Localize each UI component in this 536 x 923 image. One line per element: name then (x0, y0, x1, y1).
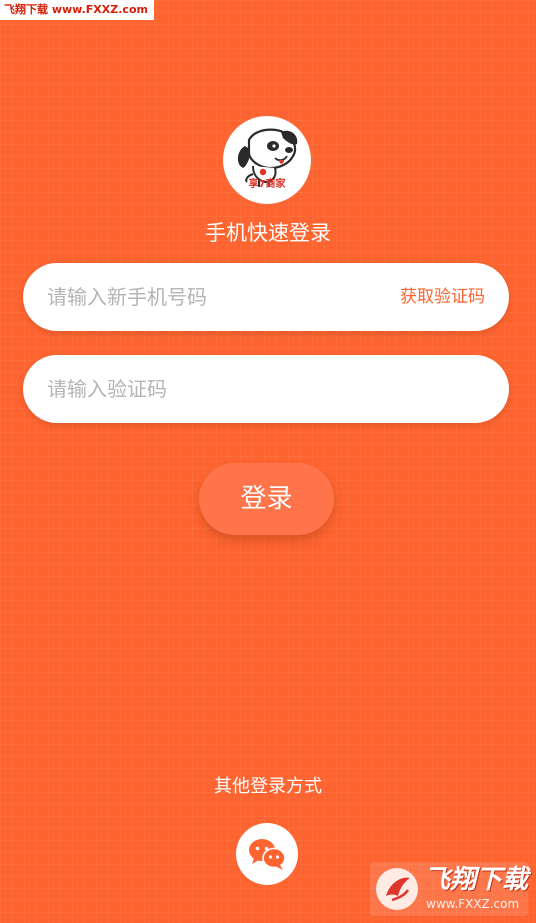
get-code-button[interactable]: 获取验证码 (400, 263, 485, 331)
watermark-url: www.FXXZ.com (426, 897, 520, 911)
phone-input[interactable] (47, 263, 377, 331)
login-button[interactable]: 登录 (199, 463, 334, 535)
wechat-icon (249, 839, 286, 870)
page-title: 手机快速登录 (205, 221, 331, 245)
login-screen: 飞翔下载 www.FXXZ.com 享7商家 手机快速登录 请输入新手机号码 获… (0, 0, 536, 923)
logo-text: 享7商家 (248, 179, 286, 190)
phone-field: 获取验证码 (23, 263, 509, 331)
watermark-bottom: 飞翔下载 www.FXXZ.com (370, 862, 528, 916)
fxxz-logo-icon (374, 866, 420, 912)
watermark-top: 飞翔下载 www.FXXZ.com (0, 0, 154, 20)
wechat-login-button[interactable] (236, 823, 298, 885)
code-field (23, 355, 509, 423)
watermark-brand: 飞翔下载 (424, 865, 529, 895)
code-input[interactable] (47, 355, 477, 423)
other-login-label: 其他登录方式 (214, 776, 322, 797)
app-logo: 享7商家 (223, 116, 311, 204)
